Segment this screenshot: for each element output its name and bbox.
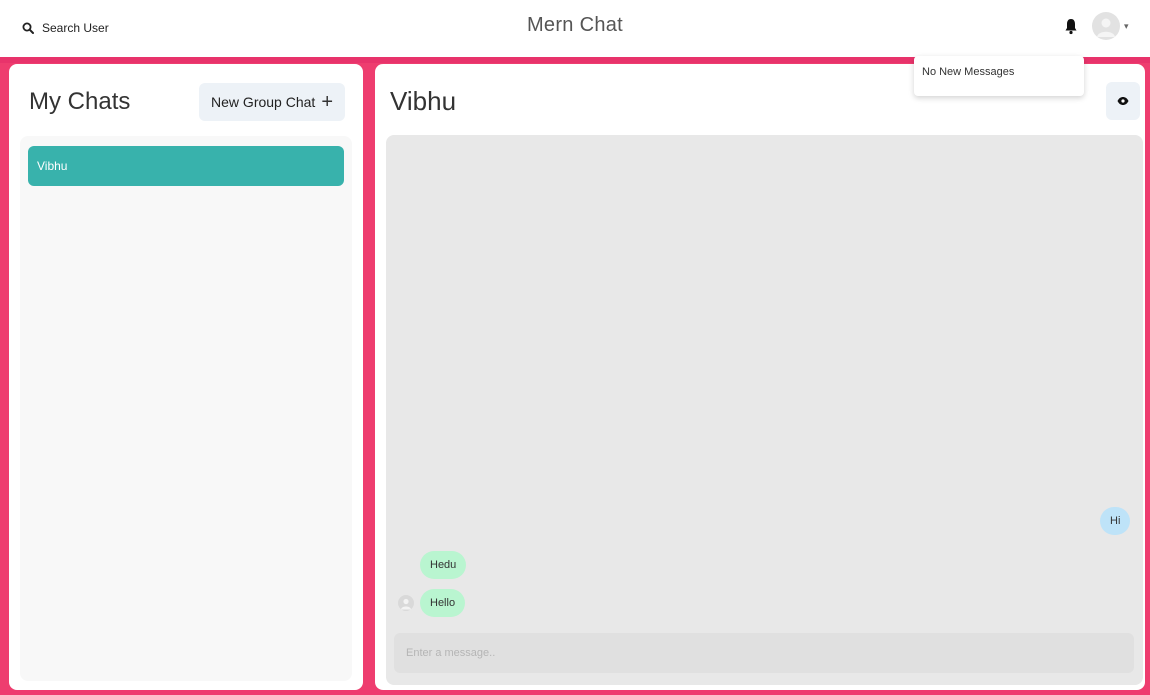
new-group-chat-button[interactable]: New Group Chat + — [199, 83, 345, 121]
message-text: Hello — [430, 597, 456, 609]
message-bubble-received: Hedu — [420, 551, 467, 579]
message-bubble-received: Hello — [420, 589, 466, 617]
new-group-chat-label: New Group Chat — [211, 94, 316, 110]
message-input[interactable] — [394, 633, 1134, 673]
chat-box-panel: Vibhu Hi Hedu Hello — [375, 64, 1145, 690]
message-text: Hi — [1110, 515, 1121, 527]
search-user-label: Search User — [42, 21, 109, 35]
my-chats-header: My Chats New Group Chat + — [29, 82, 345, 122]
my-chats-panel: My Chats New Group Chat + Vibhu — [9, 64, 363, 690]
sender-avatar-icon — [398, 595, 414, 611]
notifications-menu: No New Messages — [914, 56, 1084, 96]
bell-icon[interactable] — [1064, 18, 1078, 36]
messages-area: Hi Hedu Hello — [386, 135, 1143, 685]
chat-list: Vibhu — [20, 136, 352, 681]
view-profile-button[interactable] — [1106, 82, 1140, 120]
my-chats-title: My Chats — [29, 88, 131, 115]
no-new-messages-text: No New Messages — [922, 66, 1015, 78]
eye-icon — [1117, 97, 1129, 105]
message-text: Hedu — [430, 559, 457, 571]
chevron-down-icon: ▾ — [1124, 20, 1129, 31]
search-user-button[interactable]: Search User — [22, 16, 109, 40]
user-avatar-icon — [1092, 12, 1120, 40]
plus-icon: + — [321, 91, 333, 113]
chat-list-item-name: Vibhu — [37, 159, 68, 173]
chat-list-item-vibhu[interactable]: Vibhu — [28, 146, 344, 186]
top-bar: Search User Mern Chat ▾ — [0, 0, 1150, 57]
app-title: Mern Chat — [526, 14, 624, 36]
chat-title: Vibhu — [390, 86, 457, 116]
message-bubble-sent: Hi — [1100, 507, 1131, 535]
search-icon — [22, 22, 34, 34]
profile-menu-button[interactable]: ▾ — [1092, 10, 1129, 42]
